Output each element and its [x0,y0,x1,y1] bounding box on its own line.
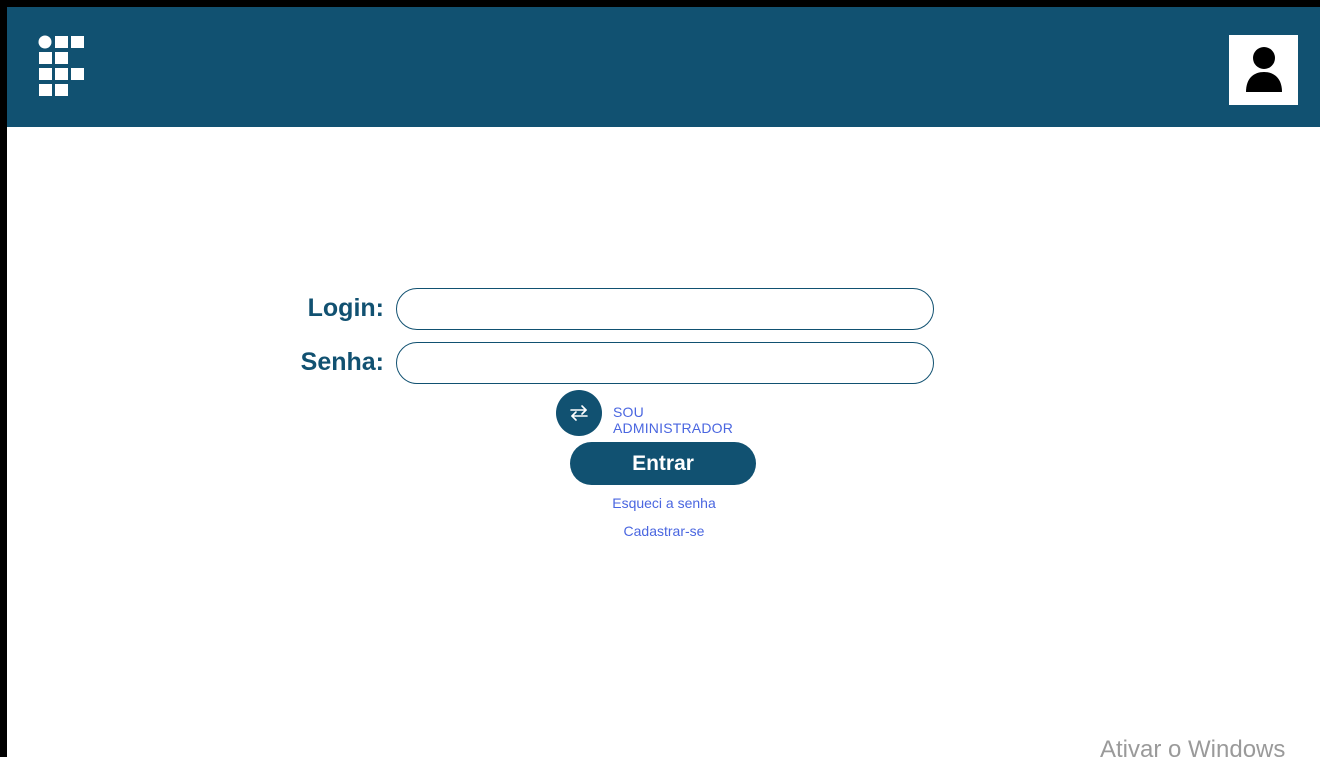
admin-toggle-label[interactable]: SOU ADMINISTRADOR [613,404,733,436]
page: Login: Senha: SOU ADMINISTRADOR Entrar E… [0,0,1320,757]
password-input[interactable] [396,342,934,384]
forgot-password-link[interactable]: Esqueci a senha [564,495,764,511]
institution-logo-icon [38,35,88,103]
submit-button[interactable]: Entrar [570,442,756,485]
admin-toggle-button[interactable] [556,390,602,436]
window-border-left [0,0,7,757]
login-label: Login: [307,294,384,322]
password-label: Senha: [300,348,384,376]
user-icon [1245,47,1282,92]
login-input[interactable] [396,288,934,330]
window-border-top [0,0,1320,7]
register-link[interactable]: Cadastrar-se [564,523,764,539]
user-avatar-button[interactable] [1229,35,1298,105]
header-bar [7,7,1320,127]
windows-activation-watermark: Ativar o Windows [1100,736,1286,757]
swap-arrows-icon [570,405,588,421]
